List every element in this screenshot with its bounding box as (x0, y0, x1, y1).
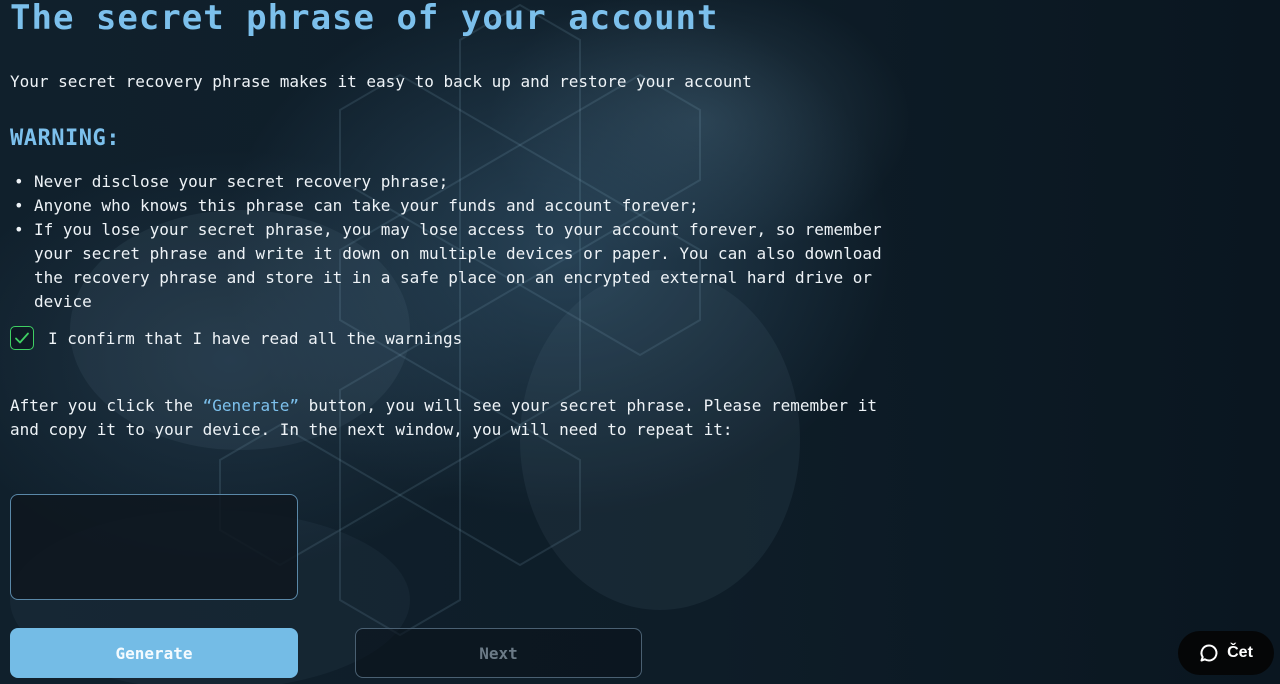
chat-label: Čet (1227, 644, 1253, 661)
generate-highlight: “Generate” (202, 396, 299, 415)
confirm-checkbox[interactable] (10, 326, 34, 350)
confirm-label: I confirm that I have read all the warni… (48, 328, 463, 348)
secret-phrase-box[interactable] (10, 494, 298, 600)
generate-button[interactable]: Generate (10, 628, 298, 678)
warning-item: Anyone who knows this phrase can take yo… (14, 194, 914, 218)
warning-item: If you lose your secret phrase, you may … (14, 218, 914, 314)
warning-heading: WARNING: (10, 126, 120, 151)
warning-item: Never disclose your secret recovery phra… (14, 170, 914, 194)
page-subtitle: Your secret recovery phrase makes it eas… (10, 72, 752, 91)
checkmark-icon (15, 332, 29, 344)
chat-bubble-icon (1200, 644, 1218, 662)
warning-list: Never disclose your secret recovery phra… (14, 170, 914, 314)
next-button[interactable]: Next (355, 628, 642, 678)
instructions-text-before: After you click the (10, 396, 203, 415)
page-title: The secret phrase of your account (10, 0, 719, 38)
generate-instructions: After you click the “Generate” button, y… (10, 394, 900, 442)
confirm-warnings-row[interactable]: I confirm that I have read all the warni… (10, 326, 462, 350)
chat-button[interactable]: Čet (1178, 631, 1274, 675)
